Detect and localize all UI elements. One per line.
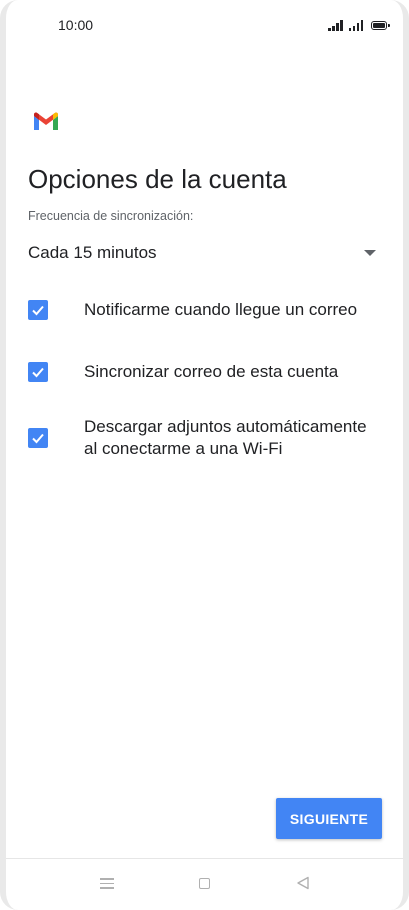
page-title: Opciones de la cuenta (28, 164, 287, 194)
sync-frequency-label: Frecuencia de sincronización: (28, 209, 194, 223)
notify-checkbox[interactable] (28, 300, 48, 320)
gmail-logo-icon (34, 112, 58, 130)
option-attachments-row[interactable]: Descargar adjuntos automáticamente al co… (28, 416, 388, 460)
back-icon[interactable] (296, 876, 310, 890)
sync-frequency-select[interactable]: Cada 15 minutos (28, 238, 380, 268)
status-time: 10:00 (58, 17, 94, 33)
home-icon[interactable] (199, 878, 210, 889)
sync-checkbox[interactable] (28, 362, 48, 382)
check-icon (32, 367, 44, 378)
check-icon (32, 305, 44, 316)
next-button[interactable]: SIGUIENTE (276, 798, 382, 839)
attachments-label: Descargar adjuntos automáticamente al co… (84, 417, 367, 458)
dropdown-arrow-icon (364, 250, 376, 256)
status-icons (328, 17, 390, 31)
navigation-bar (6, 859, 403, 910)
status-bar: 10:00 (6, 0, 403, 50)
option-notify-row[interactable]: Notificarme cuando llegue un correo (28, 299, 388, 321)
menu-icon[interactable] (100, 878, 114, 889)
signal-icon (328, 19, 343, 31)
battery-icon (371, 21, 390, 30)
attachments-checkbox[interactable] (28, 428, 48, 448)
check-icon (32, 433, 44, 444)
signal-icon (348, 19, 363, 31)
notify-label: Notificarme cuando llegue un correo (84, 300, 358, 319)
phone-screen: 10:00 Opciones de la cuenta Frecuencia d… (0, 0, 409, 910)
sync-frequency-value: Cada 15 minutos (28, 243, 157, 262)
option-sync-row[interactable]: Sincronizar correo de esta cuenta (28, 361, 388, 383)
sync-label: Sincronizar correo de esta cuenta (84, 362, 339, 381)
